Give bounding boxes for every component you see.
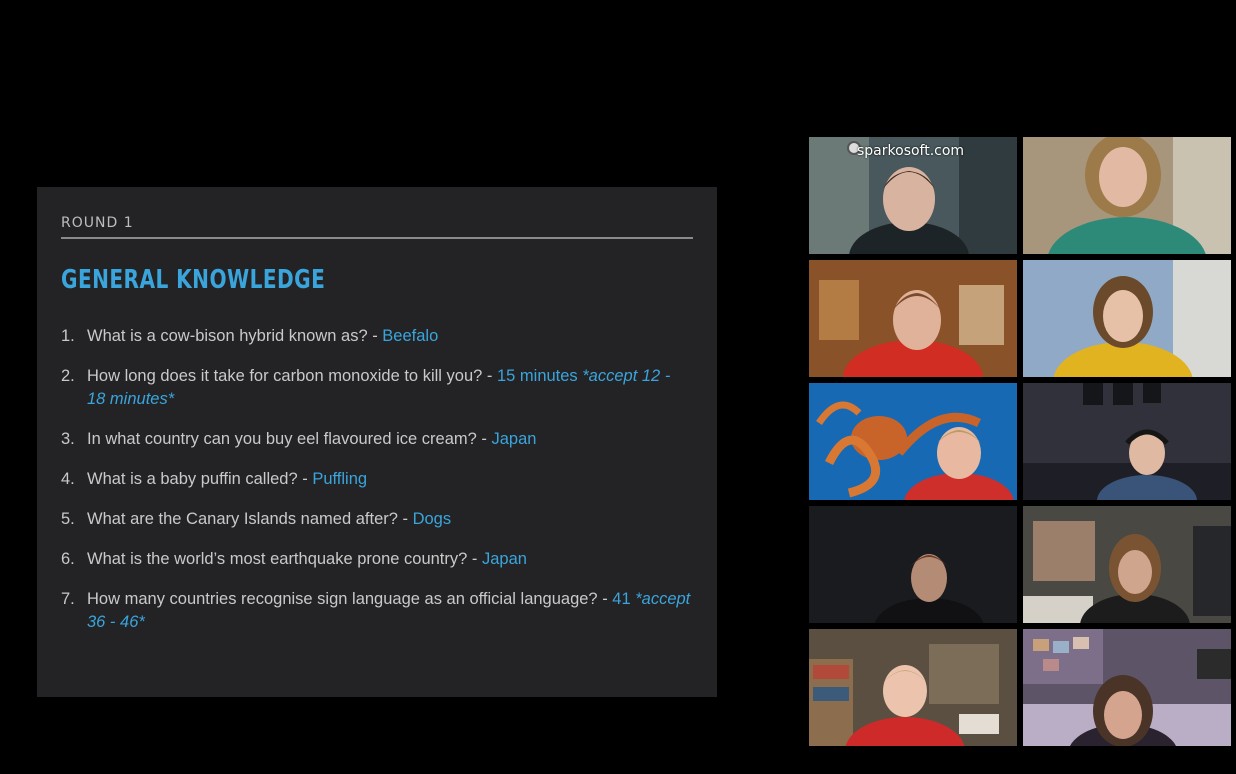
question-number: 5. bbox=[61, 510, 75, 528]
question-number: 2. bbox=[61, 367, 75, 385]
watermark-text: sparkosoft.com bbox=[857, 143, 965, 159]
answer-text: Japan bbox=[481, 550, 527, 568]
quiz-slide: ROUND 1 GENERAL KNOWLEDGE 1. What is a co… bbox=[37, 187, 717, 697]
question-body: What are the Canary Islands named after?… bbox=[87, 508, 451, 531]
question-item: 6. What is the world’s most earthquake pr… bbox=[61, 548, 693, 571]
participant-video-tile[interactable] bbox=[1023, 383, 1231, 500]
participant-video-tile[interactable] bbox=[809, 506, 1017, 623]
participant-video bbox=[1023, 137, 1231, 254]
participant-video bbox=[809, 260, 1017, 377]
participant-video bbox=[809, 383, 1017, 500]
participant-video-tile[interactable] bbox=[1023, 629, 1231, 746]
question-item: 7. How many countries recognise sign lang… bbox=[61, 588, 693, 634]
question-item: 1. What is a cow-bison hybrid known as? -… bbox=[61, 325, 693, 348]
question-item: 3. In what country can you buy eel flavou… bbox=[61, 428, 693, 451]
question-text: What is a baby puffin called? - bbox=[87, 470, 313, 488]
question-text: How long does it take for carbon monoxid… bbox=[87, 367, 497, 385]
question-body: What is a baby puffin called? - Puffling bbox=[87, 468, 367, 491]
round-label: ROUND 1 bbox=[61, 215, 693, 239]
answer-text: Dogs bbox=[412, 510, 452, 528]
participant-video bbox=[809, 506, 1017, 623]
question-number: 1. bbox=[61, 327, 75, 345]
answer-text: 41 bbox=[612, 590, 636, 608]
question-text: What are the Canary Islands named after?… bbox=[87, 510, 413, 528]
answer-text: 15 minutes bbox=[496, 367, 583, 385]
participant-video bbox=[1023, 629, 1231, 746]
answer-text: Beefalo bbox=[382, 327, 439, 345]
question-body: What is the world’s most earthquake pron… bbox=[87, 548, 527, 571]
answer-text: Japan bbox=[491, 430, 537, 448]
answer-text: Puffling bbox=[312, 470, 368, 488]
question-list: 1. What is a cow-bison hybrid known as? -… bbox=[61, 325, 693, 634]
video-grid: sparkosoft.com bbox=[809, 137, 1231, 746]
participant-video bbox=[1023, 383, 1231, 500]
question-number: 6. bbox=[61, 550, 75, 568]
question-body: In what country can you buy eel flavoure… bbox=[87, 428, 536, 451]
participant-video-tile[interactable] bbox=[1023, 260, 1231, 377]
question-text: What is the world’s most earthquake pron… bbox=[87, 550, 482, 568]
participant-video bbox=[1023, 506, 1231, 623]
question-number: 4. bbox=[61, 470, 75, 488]
participant-video bbox=[1023, 260, 1231, 377]
question-body: How many countries recognise sign langua… bbox=[87, 588, 693, 634]
question-number: 3. bbox=[61, 430, 75, 448]
question-text: In what country can you buy eel flavoure… bbox=[87, 430, 492, 448]
participant-video-tile[interactable] bbox=[1023, 137, 1231, 254]
question-item: 4. What is a baby puffin called? - Puffli… bbox=[61, 468, 693, 491]
question-text: What is a cow-bison hybrid known as? - bbox=[87, 327, 383, 345]
question-item: 5. What are the Canary Islands named afte… bbox=[61, 508, 693, 531]
participant-video-tile[interactable] bbox=[1023, 506, 1231, 623]
participant-video-tile[interactable] bbox=[809, 383, 1017, 500]
question-text: How many countries recognise sign langua… bbox=[87, 590, 613, 608]
question-body: What is a cow-bison hybrid known as? - B… bbox=[87, 325, 438, 348]
slide-title: GENERAL KNOWLEDGE bbox=[61, 265, 326, 295]
question-body: How long does it take for carbon monoxid… bbox=[87, 365, 693, 411]
participant-video-tile[interactable] bbox=[809, 629, 1017, 746]
question-item: 2. How long does it take for carbon monox… bbox=[61, 365, 693, 411]
participant-video bbox=[809, 629, 1017, 746]
participant-video-tile[interactable]: sparkosoft.com bbox=[809, 137, 1017, 254]
participant-video-tile[interactable] bbox=[809, 260, 1017, 377]
question-number: 7. bbox=[61, 590, 75, 608]
